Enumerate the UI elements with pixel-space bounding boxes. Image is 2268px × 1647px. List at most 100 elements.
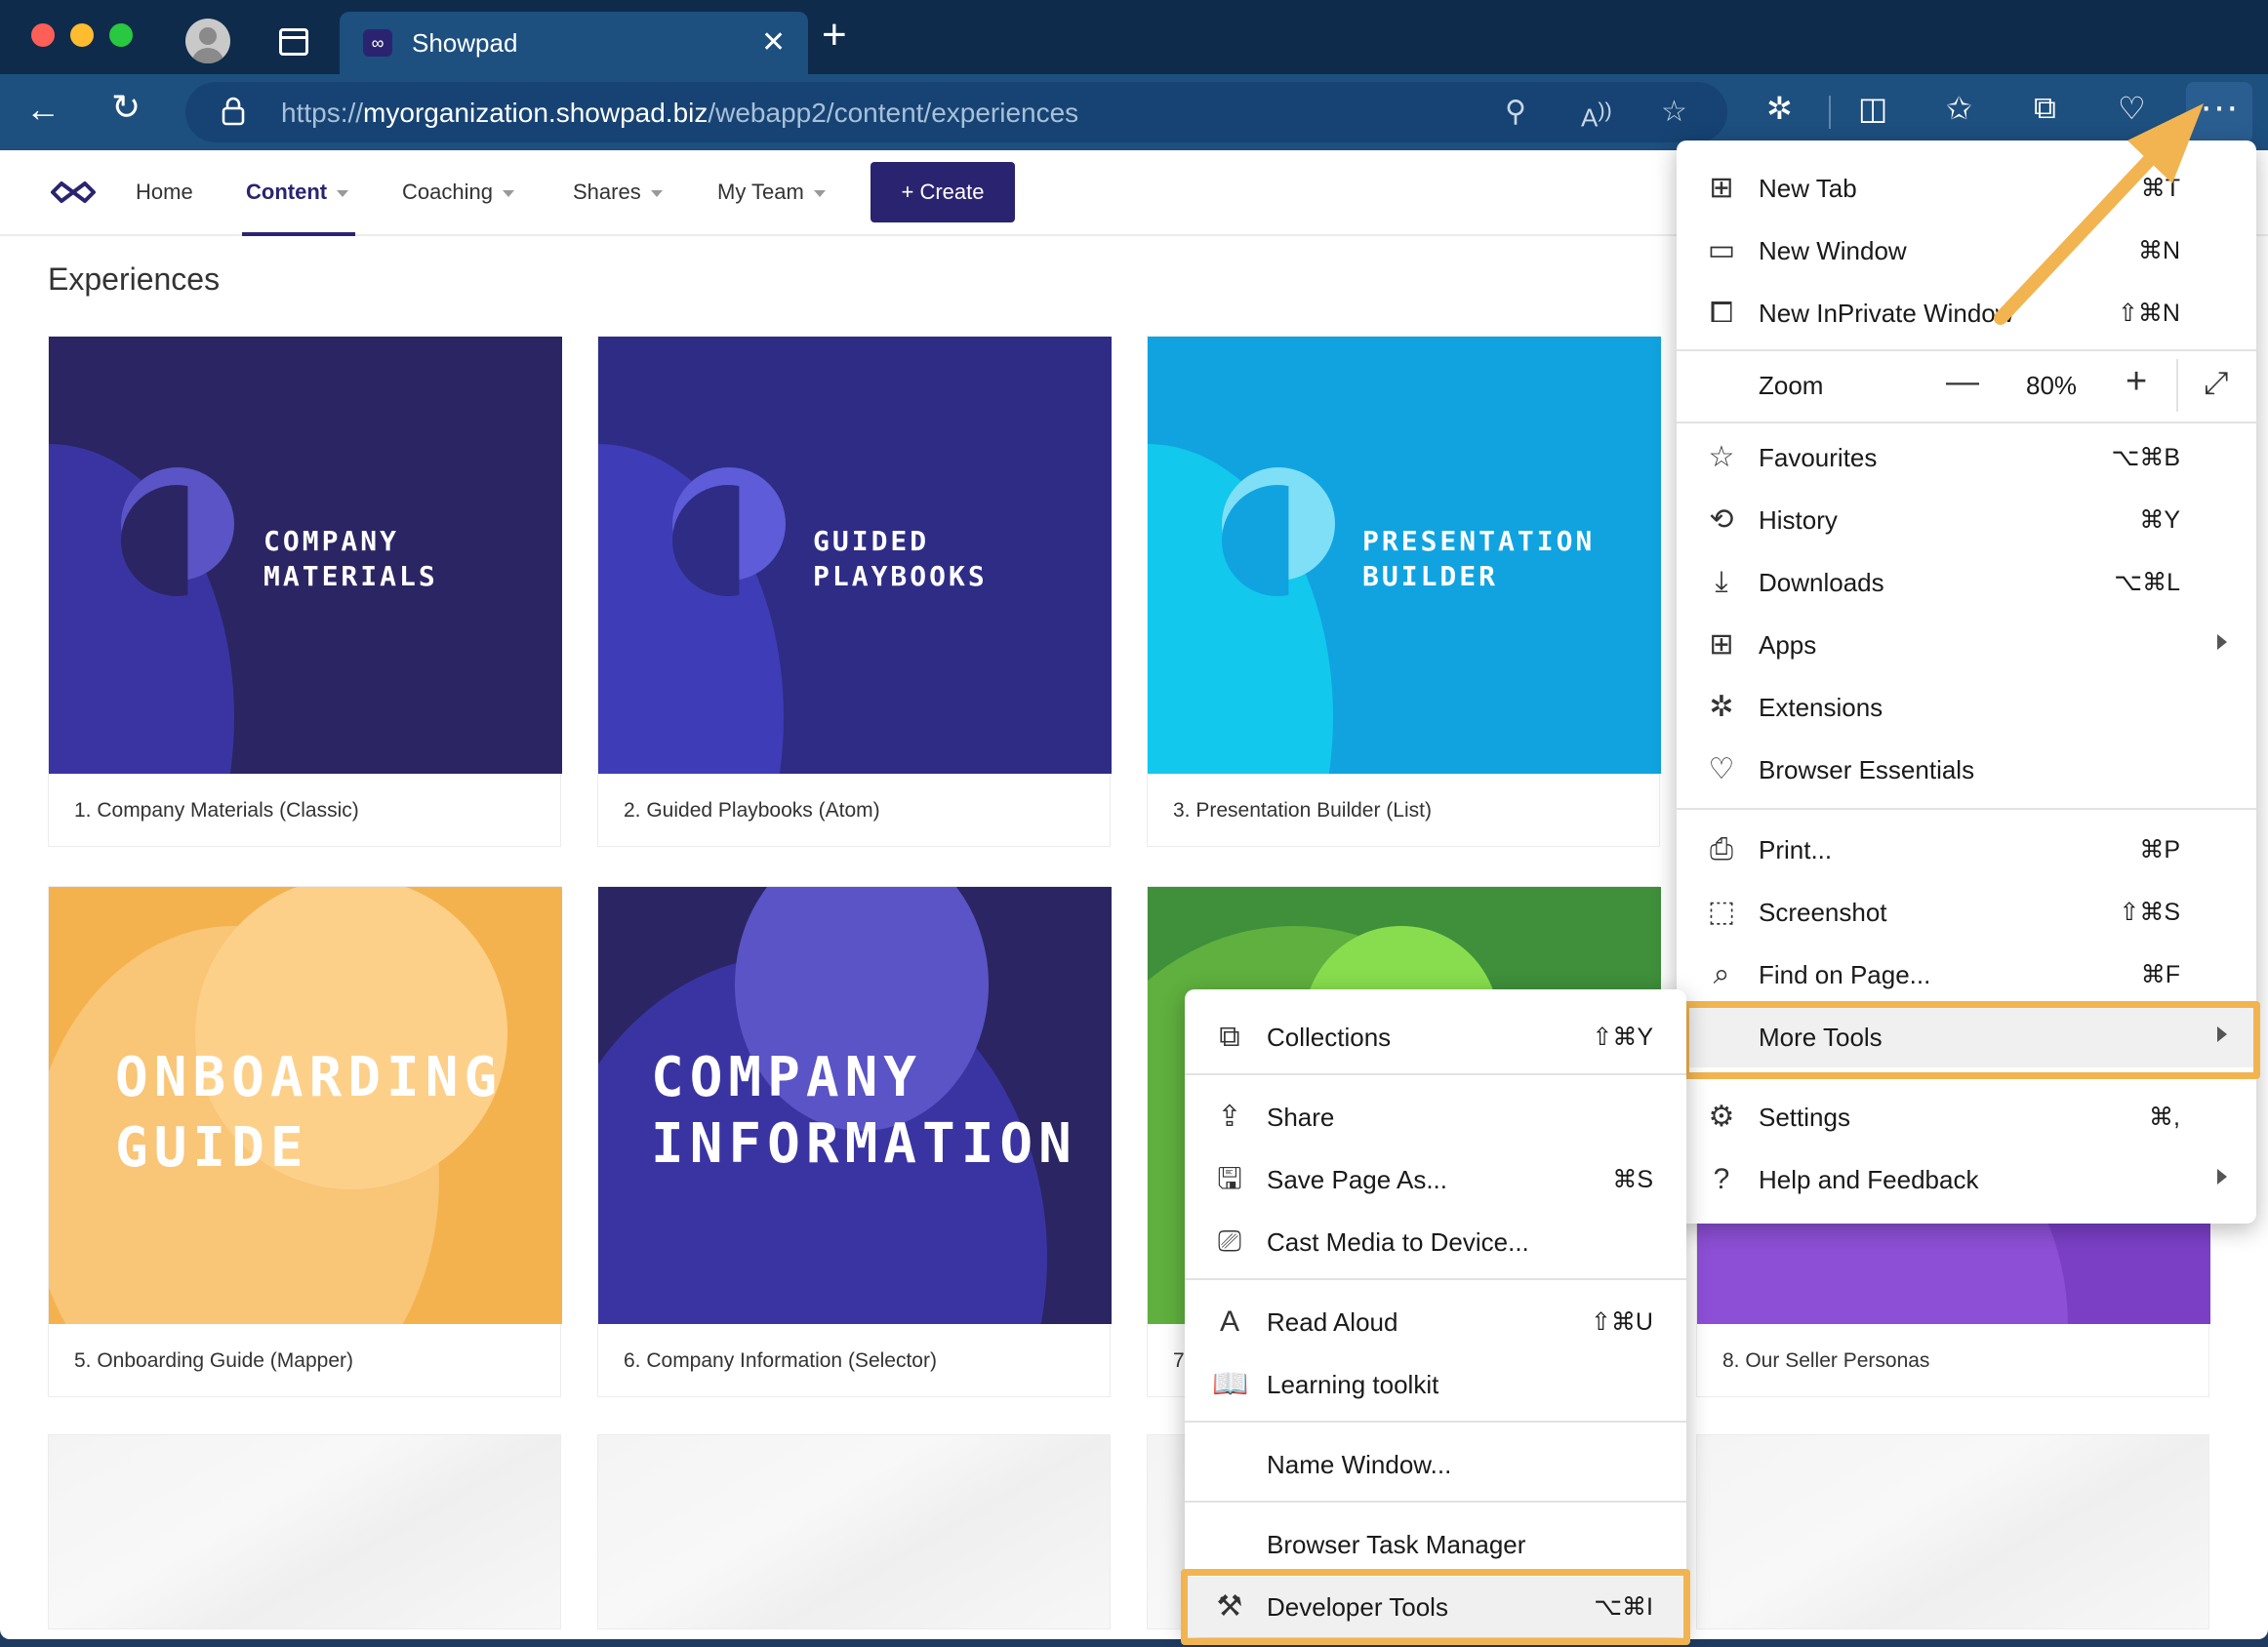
menu-item-save-page-as[interactable]: 🖫 Save Page As... ⌘S	[1185, 1149, 1686, 1210]
nav-coaching[interactable]: Coaching	[402, 180, 514, 205]
menu-item-browser-task-manager[interactable]: Browser Task Manager	[1185, 1514, 1686, 1575]
address-bar[interactable]: https://myorganization.showpad.biz/webap…	[185, 82, 1727, 142]
menu-item-downloads[interactable]: ⤓ Downloads ⌥⌘L	[1677, 552, 2256, 613]
card-label: 8. Our Seller Personas	[1722, 1349, 1930, 1372]
split-screen-icon[interactable]: ◫	[1858, 90, 1887, 127]
save-icon: 🖫	[1217, 1163, 1242, 1195]
create-button[interactable]: + Create	[871, 162, 1015, 222]
menu-separator	[1677, 422, 2256, 423]
extensions-icon: ✲	[1709, 691, 1734, 723]
menu-item-read-aloud[interactable]: A Read Aloud ⇧⌘U	[1185, 1292, 1686, 1352]
minimize-window-button[interactable]	[70, 23, 94, 47]
menu-separator	[1185, 1278, 1686, 1280]
card-thumbnail-title: ONBOARDING GUIDE	[115, 1046, 504, 1180]
card-label: 5. Onboarding Guide (Mapper)	[74, 1349, 353, 1372]
annotation-arrow-icon	[1994, 103, 2204, 325]
read-aloud-icon[interactable]: A))	[1581, 98, 1612, 134]
extensions-icon[interactable]: ✲	[1766, 90, 1793, 127]
menu-item-share[interactable]: ⇪ Share	[1185, 1087, 1686, 1147]
menu-separator	[1185, 1073, 1686, 1075]
menu-separator	[1677, 808, 2256, 810]
zoom-out-icon[interactable]: ⚲	[1505, 95, 1526, 129]
menu-item-extensions[interactable]: ✲ Extensions	[1677, 677, 2256, 738]
menu-item-cast-media[interactable]: ⎚ Cast Media to Device...	[1185, 1212, 1686, 1272]
card-thumbnail-title: GUIDED PLAYBOOKS	[813, 525, 988, 592]
close-tab-icon[interactable]: ✕	[761, 25, 786, 60]
new-window-icon: ▭	[1707, 234, 1736, 266]
url-text[interactable]: https://myorganization.showpad.biz/webap…	[281, 98, 1078, 129]
menu-separator	[1677, 349, 2256, 351]
menu-item-find-on-page[interactable]: ⌕ Find on Page... ⌘F	[1677, 944, 2256, 1005]
submenu-arrow-icon	[2217, 634, 2227, 650]
menu-item-name-window[interactable]: Name Window...	[1185, 1434, 1686, 1495]
card-thumbnail-title: COMPANY MATERIALS	[263, 525, 438, 592]
new-tab-button[interactable]: +	[822, 14, 847, 57]
card-label: 6. Company Information (Selector)	[624, 1349, 937, 1372]
experience-card-onboarding-guide[interactable]: ONBOARDING GUIDE 5. Onboarding Guide (Ma…	[48, 886, 562, 1397]
nav-my-team[interactable]: My Team	[717, 180, 826, 205]
experience-card-presentation-builder[interactable]: PRESENTATION BUILDER 3. Presentation Bui…	[1147, 336, 1661, 847]
menu-item-browser-essentials[interactable]: ♡ Browser Essentials	[1677, 740, 2256, 800]
tab-title: Showpad	[412, 28, 518, 58]
more-tools-submenu: ⧉ Collections ⇧⌘Y ⇪ Share 🖫 Save Page As... ⌘…	[1185, 989, 1686, 1637]
menu-item-collections[interactable]: ⧉ Collections ⇧⌘Y	[1185, 1007, 1686, 1067]
browser-tab-showpad[interactable]: ∞ Showpad ✕	[340, 12, 808, 74]
menu-item-apps[interactable]: ⊞ Apps	[1677, 615, 2256, 675]
nav-shares[interactable]: Shares	[573, 180, 663, 205]
card-label: 3. Presentation Builder (List)	[1173, 799, 1432, 822]
printer-icon: ⎙	[1710, 833, 1733, 865]
profile-avatar[interactable]	[185, 19, 230, 63]
toolbar-divider	[1829, 96, 1831, 129]
tab-actions-icon[interactable]	[279, 28, 308, 56]
card-label: 7	[1173, 1349, 1185, 1372]
experience-card-company-information[interactable]: COMPANY INFORMATION 6. Company Informati…	[597, 886, 1112, 1397]
zoom-level: 80%	[2026, 371, 2078, 400]
download-icon: ⤓	[1715, 566, 1728, 598]
fullscreen-icon[interactable]: ⤢	[2204, 365, 2229, 402]
close-window-button[interactable]	[31, 23, 55, 47]
menu-item-zoom: Zoom — 80% + ⤢	[1677, 355, 2256, 416]
menu-item-screenshot[interactable]: ⬚ Screenshot ⇧⌘S	[1677, 882, 2256, 943]
menu-item-history[interactable]: ⟲ History ⌘Y	[1677, 490, 2256, 550]
maximize-window-button[interactable]	[109, 23, 133, 47]
apps-icon: ⊞	[1709, 628, 1734, 661]
nav-content[interactable]: Content	[246, 180, 349, 205]
submenu-arrow-icon	[2217, 1169, 2227, 1185]
cast-icon: ⎚	[1218, 1225, 1241, 1258]
history-icon: ⟲	[1709, 503, 1734, 536]
favourites-icon: ☆	[1708, 441, 1735, 473]
zoom-out-button[interactable]: —	[1946, 363, 1979, 401]
menu-item-print[interactable]: ⎙ Print... ⌘P	[1677, 820, 2256, 880]
menu-item-learning-toolkit[interactable]: 📖 Learning toolkit	[1185, 1354, 1686, 1415]
showpad-logo-icon[interactable]	[49, 180, 98, 205]
menu-separator	[1185, 1421, 1686, 1423]
help-icon: ?	[1713, 1163, 1730, 1195]
favorite-star-icon[interactable]: ☆	[1661, 95, 1687, 129]
loading-card-placeholder	[1696, 1434, 2209, 1629]
menu-item-favourites[interactable]: ☆ Favourites ⌥⌘B	[1677, 427, 2256, 488]
find-icon: ⌕	[1713, 958, 1730, 990]
share-icon: ⇪	[1217, 1101, 1242, 1133]
card-thumbnail-title: COMPANY INFORMATION	[651, 1046, 1077, 1176]
menu-item-settings[interactable]: ⚙ Settings ⌘,	[1677, 1087, 2256, 1147]
developer-tools-highlight	[1181, 1569, 1690, 1645]
card-label: 2. Guided Playbooks (Atom)	[624, 799, 880, 822]
card-thumbnail: GUIDED PLAYBOOKS	[598, 337, 1112, 774]
experience-card-company-materials[interactable]: COMPANY MATERIALS 1. Company Materials (…	[48, 336, 562, 847]
menu-separator	[1185, 1501, 1686, 1503]
card-thumbnail: COMPANY INFORMATION	[598, 887, 1112, 1324]
read-aloud-icon: A	[1219, 1306, 1239, 1338]
new-tab-icon: ⊞	[1709, 172, 1734, 204]
experience-card-guided-playbooks[interactable]: GUIDED PLAYBOOKS 2. Guided Playbooks (At…	[597, 336, 1112, 847]
lock-icon	[222, 97, 245, 126]
back-arrow-icon[interactable]: ←	[25, 92, 61, 127]
card-label: 1. Company Materials (Classic)	[74, 799, 359, 822]
menu-item-help-and-feedback[interactable]: ? Help and Feedback	[1677, 1149, 2256, 1210]
zoom-in-button[interactable]: +	[2126, 361, 2147, 403]
card-thumbnail: COMPANY MATERIALS	[49, 337, 562, 774]
refresh-icon[interactable]: ↻	[111, 90, 141, 125]
zoom-divider	[2176, 359, 2178, 412]
nav-home[interactable]: Home	[136, 180, 193, 205]
showpad-favicon-icon: ∞	[363, 29, 392, 57]
inprivate-window-icon: ⧠	[1710, 297, 1733, 329]
